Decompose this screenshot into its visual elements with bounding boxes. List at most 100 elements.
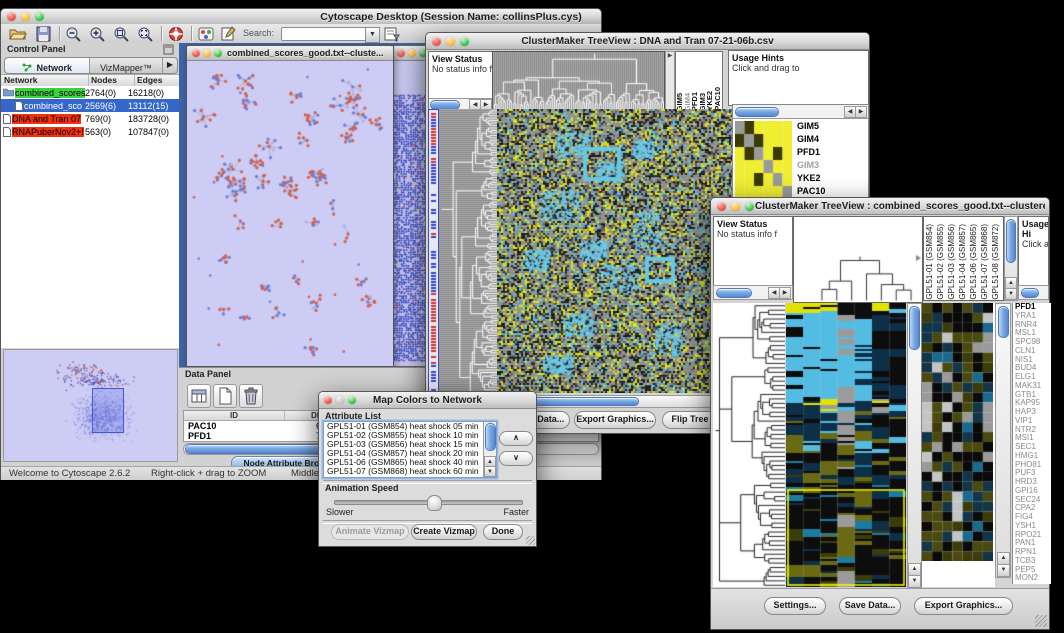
column-dendrogram-canvas[interactable] xyxy=(793,216,923,303)
network-nodes: 563(0) xyxy=(85,127,128,137)
close-button[interactable] xyxy=(397,49,405,57)
zoom-button[interactable] xyxy=(214,49,222,57)
network-name: DNA and Tran 07 xyxy=(12,114,81,124)
row-dendrogram-canvas[interactable] xyxy=(439,109,497,393)
attribute-filter-icon[interactable] xyxy=(383,26,401,42)
data-col-id[interactable]: ID xyxy=(184,411,285,420)
gene-label: MON2 xyxy=(1015,574,1051,583)
data-row-id[interactable]: PFD1 xyxy=(184,431,288,441)
close-button[interactable] xyxy=(7,12,16,21)
tab-overflow-arrow[interactable]: ▶ xyxy=(163,58,177,73)
export-graphics-button[interactable]: Export Graphics... xyxy=(574,411,656,429)
done-button[interactable]: Done xyxy=(483,524,523,540)
move-up-button[interactable]: ∧ xyxy=(499,431,533,446)
expand-arrow-icon[interactable]: ▶ xyxy=(666,52,674,60)
zoom-fit-icon[interactable] xyxy=(137,26,155,42)
animate-vizmap-button[interactable]: Animate Vizmap xyxy=(331,524,409,540)
new-attribute-button[interactable] xyxy=(213,384,237,408)
float-panel-icon[interactable] xyxy=(163,44,174,55)
zoom-view-hscrollbar[interactable] xyxy=(735,107,779,117)
zoom-selected-icon[interactable] xyxy=(113,26,131,42)
select-attributes-button[interactable] xyxy=(187,384,211,408)
save-icon[interactable] xyxy=(35,26,53,42)
column-label: GPL51-07 (GSM868) xyxy=(979,224,990,300)
annotation-icon[interactable] xyxy=(219,26,237,42)
scroll-down-button[interactable]: ▼ xyxy=(1005,288,1017,300)
col-nodes[interactable]: Nodes xyxy=(89,75,135,86)
save-data-button[interactable]: Save Data... xyxy=(839,597,901,615)
selection-strip-canvas[interactable] xyxy=(428,109,439,395)
scroll-right-button[interactable]: ▶ xyxy=(855,106,867,118)
attribute-item: GPL51-07 (GSM868) heat shock 60 min xyxy=(327,467,496,476)
treeview1-titlebar[interactable]: ClusterMaker TreeView : DNA and Tran 07-… xyxy=(426,33,869,50)
tab-vizmapper[interactable]: VizMapper™ xyxy=(90,58,163,73)
vizmapper-icon[interactable] xyxy=(197,26,215,42)
search-input[interactable] xyxy=(281,27,367,41)
scroll-down-button[interactable]: ▼ xyxy=(997,564,1010,577)
help-lifesaver-icon[interactable] xyxy=(167,26,185,42)
network-edges: 13112(15) xyxy=(128,101,179,111)
export-graphics-button[interactable]: Export Graphics... xyxy=(914,597,1013,615)
network-overview-canvas[interactable] xyxy=(4,350,175,459)
settings-button[interactable]: Settings... xyxy=(764,597,826,615)
view-status-scrollbar[interactable] xyxy=(716,288,752,298)
attribute-items: GPL51-01 (GSM854) heat shock 05 minGPL51… xyxy=(324,422,496,477)
view-status-panel: View Status No status info f ◀ ▶ xyxy=(428,51,493,111)
status-welcome: Welcome to Cytoscape 2.6.2 xyxy=(9,468,130,479)
resize-grip[interactable] xyxy=(526,536,535,545)
main-titlebar[interactable]: Cytoscape Desktop (Session Name: collins… xyxy=(1,9,601,25)
dialog-titlebar[interactable]: Map Colors to Network xyxy=(319,392,536,409)
network-view-canvas[interactable] xyxy=(187,61,391,365)
row-dendrogram-canvas[interactable] xyxy=(713,303,785,587)
map-colors-dialog: Map Colors to Network Attribute List GPL… xyxy=(318,391,537,547)
zoomed-heatmap-canvas[interactable] xyxy=(922,303,993,561)
column-label: GPL51-06 (GSM865) xyxy=(968,224,979,300)
heatmap-vscrollbar[interactable]: ▲ ▼ xyxy=(907,303,922,589)
network-row[interactable]: RNAPuberNov2+! 563(0) 107847(0) xyxy=(1,125,179,138)
zoomed-heatmap-vscrollbar[interactable]: ▲ ▼ xyxy=(995,303,1011,578)
main-heatmap-canvas[interactable] xyxy=(497,109,732,393)
scroll-down-button[interactable]: ▼ xyxy=(484,466,496,477)
tab-network[interactable]: Network xyxy=(5,58,90,73)
close-button[interactable] xyxy=(192,49,200,57)
col-edges[interactable]: Edges xyxy=(135,75,179,86)
overview-viewport-rect[interactable] xyxy=(92,388,124,433)
zoom-button[interactable] xyxy=(35,12,44,21)
attribute-listbox[interactable]: GPL51-01 (GSM854) heat shock 05 minGPL51… xyxy=(323,421,497,478)
zoom-out-icon[interactable] xyxy=(65,26,83,42)
scroll-right-button[interactable]: ▶ xyxy=(779,287,791,299)
treeview2-title: ClusterMaker TreeView : combined_scores_… xyxy=(755,201,1045,212)
data-row-id[interactable]: PAC10 xyxy=(184,421,288,431)
zoom-button[interactable] xyxy=(745,202,754,211)
open-file-icon[interactable] xyxy=(9,26,27,42)
create-vizmap-button[interactable]: Create Vizmap xyxy=(411,524,477,540)
delete-attribute-button[interactable] xyxy=(239,384,263,408)
minimize-button[interactable] xyxy=(731,202,740,211)
minimize-button[interactable] xyxy=(408,49,416,57)
minimize-button[interactable] xyxy=(21,12,30,21)
network-row-selected[interactable]: combined_sco 2569(6) 13112(15) xyxy=(1,99,179,112)
network-nodes: 769(0) xyxy=(85,114,128,124)
slider-thumb[interactable] xyxy=(427,495,442,511)
zoomed-heatmap-canvas[interactable] xyxy=(735,121,792,199)
col-network[interactable]: Network xyxy=(1,75,89,86)
zoom-in-icon[interactable] xyxy=(89,26,107,42)
attribute-list-scrollbar[interactable] xyxy=(485,423,496,451)
network-row[interactable]: DNA and Tran 07 769(0) 183728(0) xyxy=(1,112,179,125)
column-dendrogram-canvas[interactable] xyxy=(492,51,665,110)
close-button[interactable] xyxy=(717,202,726,211)
resize-grip[interactable] xyxy=(1035,615,1047,627)
usage-hints-scrollbar[interactable] xyxy=(1021,288,1039,298)
scroll-down-button[interactable]: ▼ xyxy=(908,575,921,588)
network-row[interactable]: combined_scores 2764(0) 16218(0) xyxy=(1,86,179,99)
move-down-button[interactable]: ∨ xyxy=(499,451,533,466)
treeview2-titlebar[interactable]: ClusterMaker TreeView : combined_scores_… xyxy=(711,198,1049,215)
search-dropdown-button[interactable]: ▼ xyxy=(365,27,380,43)
network-overview-panel[interactable] xyxy=(3,349,178,462)
usage-hints-panel: Usage Hints Click and drag to xyxy=(728,50,869,106)
minimize-button[interactable] xyxy=(203,49,211,57)
column-label-vscrollbar[interactable]: ▲ ▼ xyxy=(1004,216,1018,301)
animation-speed-slider[interactable] xyxy=(334,500,523,505)
network-view-window-a[interactable]: combined_scores_good.txt--cluste... xyxy=(186,45,394,367)
main-heatmap-canvas[interactable] xyxy=(786,303,906,587)
